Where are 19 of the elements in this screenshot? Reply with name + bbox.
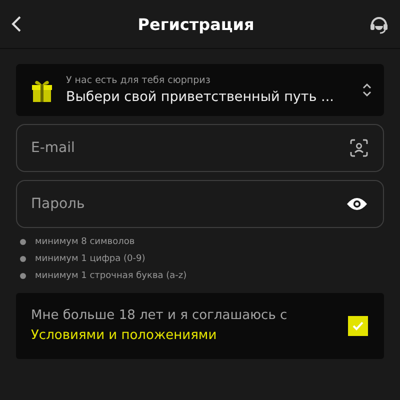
- bullet-dot: [20, 273, 26, 279]
- check-icon: [352, 321, 364, 331]
- consent-checkbox[interactable]: [348, 316, 368, 336]
- welcome-selector[interactable]: У нас есть для тебя сюрприз Выбери свой приветственный путь ...: [16, 64, 384, 116]
- bullet-dot: [20, 256, 26, 262]
- promo-caption: У нас есть для тебя сюрприз: [66, 75, 212, 86]
- consent-text: Мне больше 18 лет и я соглашаюсь с Условиями и положениями: [31, 307, 288, 345]
- bullet-dot: [20, 239, 26, 245]
- terms-link[interactable]: Условиями и положениями: [31, 328, 217, 343]
- page-title: Регистрация: [138, 14, 254, 34]
- updown-chevron-icon: [362, 82, 372, 98]
- face-scan-icon[interactable]: [350, 139, 368, 157]
- eye-icon[interactable]: [346, 197, 368, 211]
- password-field[interactable]: Пароль: [16, 180, 384, 228]
- password-rule: минимум 1 строчная буква (a-z): [35, 271, 187, 281]
- password-rule: минимум 1 цифра (0-9): [35, 254, 146, 264]
- password-rule: минимум 8 символов: [35, 237, 135, 247]
- selected-path: Выбери свой приветственный путь ...: [66, 89, 335, 105]
- email-field[interactable]: E-mail: [16, 124, 384, 172]
